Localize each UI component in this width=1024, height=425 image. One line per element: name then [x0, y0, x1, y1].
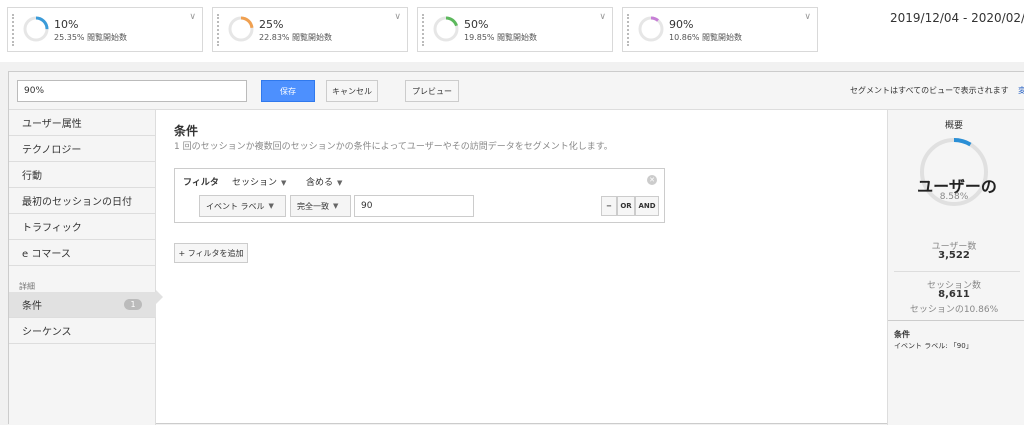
drag-handle[interactable] [422, 14, 425, 46]
summary-condition-title: 条件 [894, 330, 910, 339]
caret-down-icon: ▼ [333, 202, 339, 210]
page-title: 条件 [174, 124, 199, 138]
summary-condition-text: イベント ラベル: 「90」 [894, 342, 973, 350]
sidebar-item-traffic[interactable]: トラフィック [9, 214, 156, 240]
segment-card-90[interactable]: 90% 10.86% 閲覧開始数 ∨ [622, 7, 818, 52]
match-type-select[interactable]: 完全一致 ▼ [290, 195, 351, 217]
segment-card-10[interactable]: 10% 25.35% 閲覧開始数 ∨ [7, 7, 203, 52]
filter-scope-dropdown[interactable]: セッション ▼ [232, 175, 286, 188]
or-button[interactable]: OR [617, 196, 635, 216]
editor-toolbar: 保存 キャンセル プレビュー セグメントはすべてのビューで表示されます 変 [9, 72, 1024, 110]
conditions-content: 条件 1 回のセッションか複数回のセッションかの条件によってユーザーやその訪問デ… [157, 110, 887, 425]
filter-label: フィルタ [183, 178, 219, 188]
segment-label: 50% [464, 18, 489, 31]
sidebar-item-technology[interactable]: テクノロジー [9, 136, 156, 162]
preview-button[interactable]: プレビュー [405, 80, 459, 102]
close-icon[interactable]: ✕ [647, 175, 657, 185]
date-range[interactable]: 2019/12/04 - 2020/02/10 [890, 11, 1024, 25]
chevron-down-icon[interactable]: ∨ [599, 12, 606, 22]
sidebar-item-label: 条件 [22, 301, 42, 312]
dimension-select[interactable]: イベント ラベル ▼ [199, 195, 286, 217]
segment-bar: 10% 25.35% 閲覧開始数 ∨ 25% 22.83% 閲覧開始数 ∨ 50… [0, 0, 1024, 62]
sessions-value: 8,611 [938, 289, 970, 300]
sidebar-item-demographics[interactable]: ユーザー属性 [9, 110, 156, 136]
chevron-down-icon[interactable]: ∨ [394, 12, 401, 22]
segment-ring-icon [638, 16, 664, 42]
drag-handle[interactable] [12, 14, 15, 46]
category-sidebar: ユーザー属性 テクノロジー 行動 最初のセッションの日付 トラフィック e コマ… [9, 110, 156, 425]
match-type-value: 完全一致 [297, 201, 329, 211]
sidebar-item-behavior[interactable]: 行動 [9, 162, 156, 188]
segment-label: 25% [259, 18, 284, 31]
segment-ring-icon [433, 16, 459, 42]
dimension-value: イベント ラベル [206, 201, 265, 211]
chevron-down-icon[interactable]: ∨ [804, 12, 811, 22]
summary-panel: 概要 ユーザーの 8.58% ユーザー数 3,522 セッション数 8,611 … [887, 110, 1024, 425]
caret-down-icon: ▼ [268, 202, 274, 210]
page-description: 1 回のセッションか複数回のセッションかの条件によってユーザーやその訪問データを… [174, 142, 613, 152]
filter-scope-value: セッション [232, 178, 278, 188]
visibility-change-link[interactable]: 変 [1018, 85, 1024, 96]
filter-mode-value: 含める [306, 178, 334, 188]
summary-percent: 8.58% [939, 192, 969, 202]
drag-handle[interactable] [627, 14, 630, 46]
chevron-down-icon[interactable]: ∨ [189, 12, 196, 22]
cancel-button[interactable]: キャンセル [326, 80, 378, 102]
filter-mode-dropdown[interactable]: 含める ▼ [306, 175, 342, 188]
add-filter-button[interactable]: + フィルタを追加 [174, 243, 248, 263]
segment-name-input[interactable] [17, 80, 247, 102]
filter-value-input[interactable] [354, 195, 474, 217]
count-badge: 1 [124, 299, 142, 310]
sidebar-item-sequences[interactable]: シーケンス [9, 318, 156, 344]
divider [888, 320, 1024, 321]
caret-down-icon: ▼ [337, 179, 343, 187]
segment-label: 10% [54, 18, 79, 31]
segment-sub: 22.83% 閲覧開始数 [259, 33, 333, 42]
caret-down-icon: ▼ [281, 179, 287, 187]
save-button[interactable]: 保存 [261, 80, 315, 102]
users-value: 3,522 [938, 250, 970, 261]
sidebar-item-first-session-date[interactable]: 最初のセッションの日付 [9, 188, 156, 214]
segment-card-25[interactable]: 25% 22.83% 閲覧開始数 ∨ [212, 7, 408, 52]
drag-handle[interactable] [217, 14, 220, 46]
divider [894, 271, 1020, 272]
segment-sub: 10.86% 閲覧開始数 [669, 33, 743, 42]
summary-title: 概要 [944, 121, 963, 131]
sidebar-item-conditions[interactable]: 条件 1 [9, 292, 156, 318]
filter-box: フィルタ セッション▼ 含める▼ ✕ イベント ラベル▼ 完全一致▼ − OR … [174, 168, 665, 223]
visibility-note: セグメントはすべてのビューで表示されます [850, 86, 1009, 95]
segment-editor: 保存 キャンセル プレビュー セグメントはすべてのビューで表示されます 変 ユー… [8, 71, 1024, 425]
and-button[interactable]: AND [635, 196, 659, 216]
sessions-percent: セッションの10.86% [909, 305, 999, 315]
sidebar-section-advanced: 詳細 [19, 282, 35, 291]
segment-card-50[interactable]: 50% 19.85% 閲覧開始数 ∨ [417, 7, 613, 52]
segment-sub: 19.85% 閲覧開始数 [464, 33, 538, 42]
segment-sub: 25.35% 閲覧開始数 [54, 33, 128, 42]
segment-ring-icon [23, 16, 49, 42]
remove-condition-button[interactable]: − [601, 196, 617, 216]
segment-label: 90% [669, 18, 694, 31]
segment-ring-icon [228, 16, 254, 42]
sidebar-item-ecommerce[interactable]: e コマース [9, 240, 156, 266]
